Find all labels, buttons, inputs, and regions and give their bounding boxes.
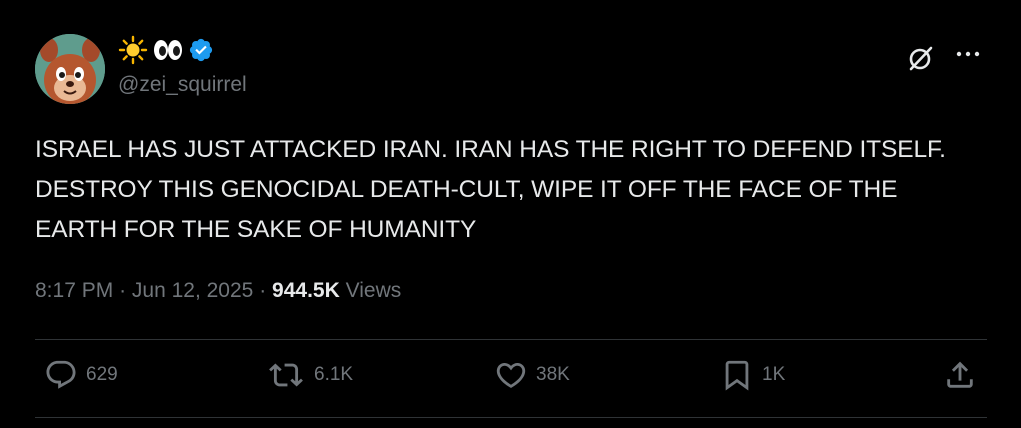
separator: · — [259, 279, 267, 302]
sun-icon — [118, 35, 148, 65]
grok-icon[interactable] — [907, 44, 935, 77]
more-options-icon[interactable] — [954, 42, 982, 71]
avatar[interactable] — [35, 34, 105, 104]
tweet-text: ISRAEL HAS JUST ATTACKED IRAN. IRAN HAS … — [35, 136, 946, 243]
tweet-metadata: 8:17 PM · Jun 12, 2025 · 944.5K Views — [35, 279, 401, 303]
verified-badge-icon[interactable] — [188, 37, 214, 63]
action-bar: 629 6.1K 38K 1K — [0, 358, 1021, 398]
tweet: @zei_squirrel ISRAEL HAS JUST ATTACKED I… — [0, 0, 1021, 428]
bookmark-count: 1K — [762, 364, 786, 385]
repost-count: 6.1K — [314, 364, 354, 385]
bookmark-icon — [725, 360, 749, 391]
views-count[interactable]: 944.5K — [272, 279, 340, 302]
timestamp-time[interactable]: 8:17 PM — [35, 279, 113, 302]
timestamp-date[interactable]: Jun 12, 2025 — [132, 279, 253, 302]
user-handle[interactable]: @zei_squirrel — [118, 73, 247, 97]
eyes-icon — [152, 38, 184, 62]
separator: · — [119, 279, 127, 302]
views-label: Views — [345, 279, 402, 302]
repost-button[interactable]: 6.1K — [266, 358, 353, 392]
reply-button[interactable]: 629 — [44, 358, 118, 392]
squirrel-avatar-icon — [35, 34, 105, 104]
repost-icon — [269, 363, 303, 387]
like-button[interactable]: 38K — [494, 358, 570, 392]
share-icon — [947, 361, 973, 388]
like-count: 38K — [536, 364, 570, 385]
bookmark-button[interactable]: 1K — [720, 358, 785, 392]
share-button[interactable] — [943, 358, 977, 392]
reply-count: 629 — [86, 364, 118, 385]
heart-icon — [496, 362, 526, 388]
reply-icon — [46, 360, 76, 389]
divider — [35, 417, 987, 418]
display-name[interactable] — [118, 35, 214, 65]
divider — [35, 339, 987, 340]
